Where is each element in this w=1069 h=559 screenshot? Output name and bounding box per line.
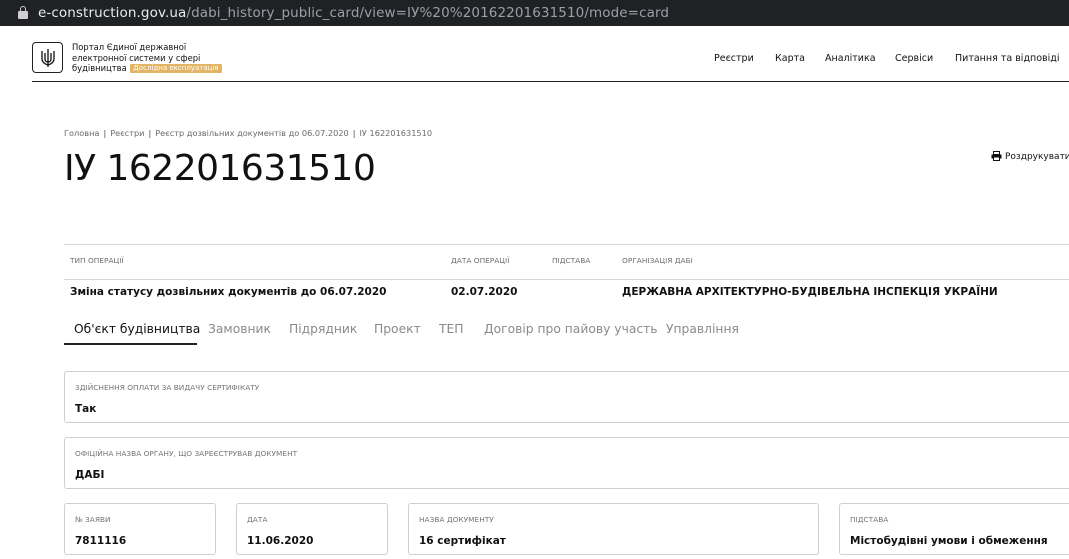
document-name-label: НАЗВА ДОКУМЕНТУ bbox=[419, 515, 494, 524]
breadcrumb: Головна | Реєстри | Реєстр дозвільних докуме… bbox=[64, 128, 433, 138]
application-number-value: 7811116 bbox=[75, 535, 127, 547]
application-number-label: № ЗАЯВИ bbox=[75, 515, 111, 524]
basis-value: Містобудівні умови і обмеження bbox=[850, 535, 1048, 547]
print-label: Роздрукувати bbox=[1005, 152, 1069, 162]
printer-icon bbox=[991, 151, 1002, 161]
brand-line-2: електронної системи у сфері bbox=[72, 52, 201, 63]
lock-icon bbox=[18, 6, 28, 19]
nav-analytics[interactable]: Аналітика bbox=[825, 53, 876, 64]
header-divider bbox=[32, 81, 1069, 82]
brand-line-3: будівництва bbox=[72, 63, 127, 73]
breadcrumb-current: ІУ 162201631510 bbox=[359, 128, 433, 138]
basis-label: ПІДСТАВА bbox=[850, 515, 889, 524]
nav-services[interactable]: Сервіси bbox=[895, 53, 933, 64]
date-value: 11.06.2020 bbox=[247, 535, 314, 547]
op-header-type: ТИП ОПЕРАЦІЇ bbox=[70, 256, 124, 265]
tab-construction-object[interactable]: Об'єкт будівництва bbox=[74, 322, 200, 336]
url-host: e-construction.gov.ua bbox=[38, 5, 187, 21]
payment-label: ЗДІЙСНЕННЯ ОПЛАТИ ЗА ВИДАЧУ СЕРТИФІКАТУ bbox=[75, 383, 260, 392]
document-name-value: 16 сертифікат bbox=[419, 535, 506, 547]
breadcrumb-registries[interactable]: Реєстри bbox=[110, 128, 144, 138]
trident-logo-icon[interactable] bbox=[32, 42, 63, 73]
authority-field: ОФІЦІЙНА НАЗВА ОРГАНУ, ЩО ЗАРЕЄСТРУВАВ Д… bbox=[64, 437, 1069, 489]
op-organization-value: ДЕРЖАВНА АРХІТЕКТУРНО-БУДІВЕЛЬНА ІНСПЕКЦ… bbox=[622, 286, 998, 298]
date-field: ДАТА 11.06.2020 bbox=[236, 503, 388, 555]
tab-customer[interactable]: Замовник bbox=[208, 322, 271, 336]
brand-line-1: Портал Єдиної державної bbox=[72, 42, 187, 52]
operation-header-divider bbox=[64, 279, 1069, 280]
nav-faq[interactable]: Питання та відповіді bbox=[955, 53, 1059, 64]
tab-tep[interactable]: ТЕП bbox=[439, 322, 464, 336]
breadcrumb-registry[interactable]: Реєстр дозвільних документів до 06.07.20… bbox=[155, 128, 349, 138]
basis-field: ПІДСТАВА Містобудівні умови і обмеження bbox=[839, 503, 1069, 555]
op-header-organization: ОРГАНІЗАЦІЯ ДАБІ bbox=[622, 256, 693, 265]
application-number-field: № ЗАЯВИ 7811116 bbox=[64, 503, 216, 555]
op-header-date: ДАТА ОПЕРАЦІЇ bbox=[451, 256, 510, 265]
tab-contractor[interactable]: Підрядник bbox=[289, 322, 357, 336]
date-label: ДАТА bbox=[247, 515, 268, 524]
payment-field: ЗДІЙСНЕННЯ ОПЛАТИ ЗА ВИДАЧУ СЕРТИФІКАТУ … bbox=[64, 371, 1069, 423]
url-text[interactable]: e-construction.gov.ua/dabi_history_publi… bbox=[38, 5, 669, 21]
beta-badge: Дослідна експлуатація bbox=[130, 64, 222, 73]
browser-address-bar[interactable]: e-construction.gov.ua/dabi_history_publi… bbox=[0, 0, 1069, 26]
op-date-value: 02.07.2020 bbox=[451, 286, 518, 298]
op-header-basis: ПІДСТАВА bbox=[552, 256, 591, 265]
document-name-field: НАЗВА ДОКУМЕНТУ 16 сертифікат bbox=[408, 503, 819, 555]
nav-registries[interactable]: Реєстри bbox=[714, 53, 754, 64]
print-button[interactable]: Роздрукувати bbox=[991, 151, 1069, 162]
active-tab-indicator bbox=[64, 343, 197, 345]
authority-value: ДАБІ bbox=[75, 469, 105, 481]
op-type-value: Зміна статусу дозвільних документів до 0… bbox=[70, 286, 387, 298]
payment-value: Так bbox=[75, 403, 97, 415]
portal-brand[interactable]: Портал Єдиної державної електронної сист… bbox=[72, 42, 222, 74]
operation-top-divider bbox=[64, 244, 1069, 245]
tab-project[interactable]: Проект bbox=[374, 322, 421, 336]
breadcrumb-home[interactable]: Головна bbox=[64, 128, 99, 138]
authority-label: ОФІЦІЙНА НАЗВА ОРГАНУ, ЩО ЗАРЕЄСТРУВАВ Д… bbox=[75, 449, 298, 458]
tab-share-agreement[interactable]: Договір про пайову участь bbox=[484, 322, 658, 336]
tab-management[interactable]: Управління bbox=[666, 322, 739, 336]
nav-map[interactable]: Карта bbox=[775, 53, 805, 64]
page-title: ІУ 162201631510 bbox=[64, 148, 376, 189]
url-path: /dabi_history_public_card/view=ІУ%20%201… bbox=[186, 5, 670, 21]
